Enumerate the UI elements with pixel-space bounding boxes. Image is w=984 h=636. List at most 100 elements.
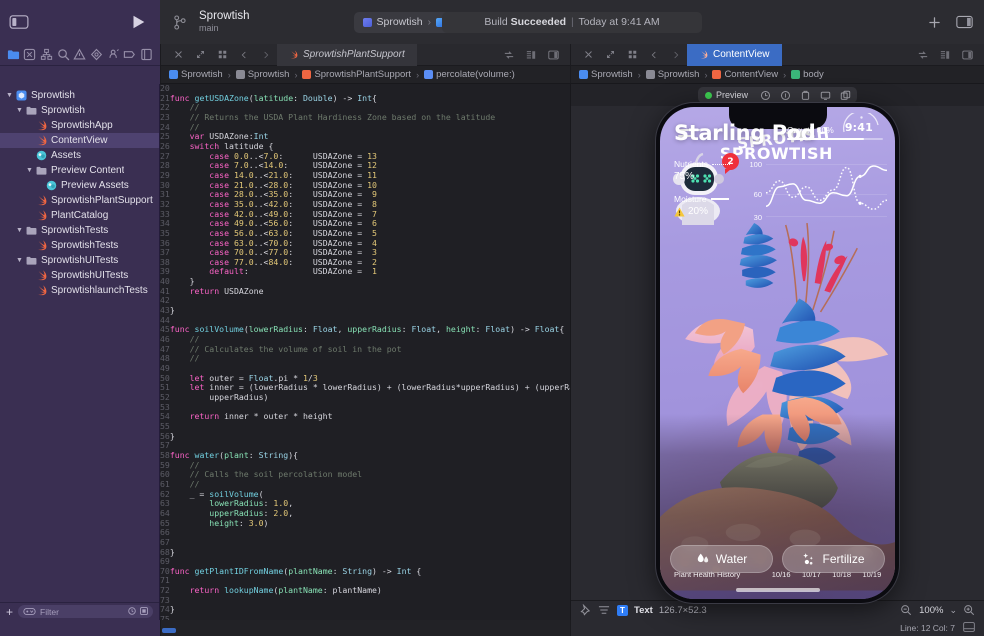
code-line[interactable]: 45func soilVolume(lowerRadius: Float, up… (160, 325, 570, 335)
breadcrumb-item[interactable]: Sprowtish (646, 69, 700, 80)
issue-navigator-icon[interactable] (73, 48, 86, 61)
folder-navigator-icon[interactable] (7, 48, 20, 61)
code-line[interactable]: 47 // Calculates the volume of soil in t… (160, 345, 570, 355)
tree-item-contentview[interactable]: ContentView (0, 133, 159, 148)
code-line[interactable]: 58func water(plant: String){ (160, 451, 570, 461)
tree-item-sprowtishtests[interactable]: ▼SprowtishTests (0, 223, 159, 238)
code-line[interactable]: 73 (160, 596, 570, 606)
code-line[interactable]: 54 return inner * outer * height (160, 412, 570, 422)
navigate-back-icon[interactable] (233, 45, 255, 65)
tree-item-sprowtishtests[interactable]: SprowtishTests (0, 238, 159, 253)
close-preview-editor-icon[interactable] (577, 45, 599, 65)
breadcrumb-item[interactable]: Sprowtish (169, 69, 223, 80)
filter-input[interactable]: Filter (18, 605, 153, 618)
preview-layout-icon[interactable] (621, 45, 643, 65)
run-play-icon[interactable] (128, 12, 148, 32)
editor-layout-icon[interactable] (211, 45, 233, 65)
add-icon[interactable] (924, 12, 944, 32)
find-navigator-icon[interactable] (57, 48, 70, 61)
app-screen[interactable]: 9:41 SPROTĪSH SPROWTISH (660, 107, 895, 599)
code-line[interactable]: 41 return USDAZone (160, 287, 570, 297)
breadcrumb-item[interactable]: ContentView (712, 69, 778, 80)
tree-item-sprowtish[interactable]: ▼Sprowtish (0, 88, 159, 103)
code-line[interactable]: 70func getPlantIDFromName(plantName: Str… (160, 567, 570, 577)
assistant-editor-icon[interactable] (542, 45, 564, 65)
debug-navigator-icon[interactable] (107, 48, 120, 61)
scheme-selector[interactable]: Sprowtish › iPhone 13 Pro (354, 12, 526, 33)
code-line[interactable]: 75 (160, 615, 570, 620)
code-line[interactable]: 72 return lookupName(plantName: plantNam… (160, 586, 570, 596)
expand-preview-editor-icon[interactable] (599, 45, 621, 65)
close-editor-icon[interactable] (167, 45, 189, 65)
breakpoint-navigator-icon[interactable] (123, 48, 136, 61)
zoom-level[interactable]: 100% (919, 605, 943, 616)
disclosure-chevron-icon[interactable]: ▼ (14, 227, 25, 234)
code-line[interactable]: 67 (160, 538, 570, 548)
preview-inspect-icon[interactable] (776, 88, 795, 102)
recent-filter-icon[interactable] (128, 607, 136, 617)
tree-item-sprowtishlaunchtests[interactable]: SprowtishlaunchTests (0, 283, 159, 298)
tree-item-sprowtishapp[interactable]: SprowtishApp (0, 118, 159, 133)
project-title-block[interactable]: Sprowtish main (199, 10, 250, 34)
zoom-out-icon[interactable] (900, 604, 913, 617)
disclosure-chevron-icon[interactable]: ▼ (4, 92, 15, 99)
preview-canvas[interactable]: 9:41 SPROTĪSH SPROWTISH (571, 106, 984, 600)
chevron-down-icon[interactable]: ⌄ (949, 605, 957, 616)
minimap-toggle-icon[interactable] (520, 45, 542, 65)
tree-item-sprowtish[interactable]: ▼Sprowtish (0, 103, 159, 118)
code-line[interactable]: 52 upperRadius) (160, 393, 570, 403)
breadcrumb-item[interactable]: SprowtishPlantSupport (302, 69, 411, 80)
breadcrumb-item[interactable]: body (791, 69, 824, 80)
preview-device-icon[interactable] (796, 88, 815, 102)
list-icon[interactable] (598, 604, 611, 617)
tree-item-preview-assets[interactable]: Preview Assets (0, 178, 159, 193)
tree-item-sprowtishplantsupport[interactable]: SprowtishPlantSupport (0, 193, 159, 208)
test-navigator-icon[interactable] (90, 48, 103, 61)
disclosure-chevron-icon[interactable]: ▼ (24, 167, 35, 174)
preview-code-review-icon[interactable] (912, 45, 934, 65)
preview-back-icon[interactable] (643, 45, 665, 65)
preview-canvas-toggle-icon[interactable] (956, 45, 978, 65)
preview-display-icon[interactable] (816, 88, 835, 102)
code-line[interactable]: 43} (160, 306, 570, 316)
fertilize-button[interactable]: Fertilize (782, 545, 885, 573)
tree-item-sprowtishuitests[interactable]: ▼SprowtishUITests (0, 253, 159, 268)
code-line[interactable]: 23 // Returns the USDA Plant Hardiness Z… (160, 113, 570, 123)
code-line[interactable]: 56} (160, 432, 570, 442)
preview-minimap-toggle-icon[interactable] (934, 45, 956, 65)
breadcrumb-item[interactable]: percolate(volume:) (424, 69, 515, 80)
tab-sprowtish-plant-support[interactable]: SprowtishPlantSupport (277, 44, 417, 66)
source-control-navigator-icon[interactable] (23, 48, 36, 61)
tree-item-sprowtishuitests[interactable]: SprowtishUITests (0, 268, 159, 283)
code-line[interactable]: 39 default: USDAZone = 1 (160, 267, 570, 277)
tab-content-view[interactable]: ContentView (687, 44, 782, 66)
sidebar-toggle-icon[interactable] (8, 13, 30, 31)
water-button[interactable]: Water (670, 545, 773, 573)
code-line[interactable]: 60 // Calls the soil percolation model (160, 470, 570, 480)
report-navigator-icon[interactable] (140, 48, 153, 61)
pin-icon[interactable] (579, 604, 592, 617)
preview-forward-icon[interactable] (665, 45, 687, 65)
preview-duplicate-icon[interactable] (836, 88, 855, 102)
preview-live-toggle[interactable]: Preview (700, 88, 755, 102)
code-line[interactable]: 68} (160, 548, 570, 558)
code-line[interactable]: 55 (160, 422, 570, 432)
code-line[interactable]: 65 height: 3.0) (160, 519, 570, 529)
disclosure-chevron-icon[interactable]: ▼ (14, 257, 25, 264)
console-toggle-icon[interactable] (963, 622, 976, 635)
breadcrumb-item[interactable]: Sprowtish (579, 69, 633, 80)
symbol-navigator-icon[interactable] (40, 48, 53, 61)
source-control-filter-icon[interactable] (140, 607, 148, 617)
disclosure-chevron-icon[interactable]: ▼ (14, 107, 25, 114)
tree-item-assets[interactable]: Assets (0, 148, 159, 163)
zoom-in-icon[interactable] (963, 604, 976, 617)
tree-item-plantcatalog[interactable]: PlantCatalog (0, 208, 159, 223)
code-scroll-area[interactable]: 20 21func getUSDAZone(latitude: Double) … (160, 84, 570, 620)
navigate-forward-icon[interactable] (255, 45, 277, 65)
code-line[interactable]: 42 (160, 296, 570, 306)
code-line[interactable]: 21func getUSDAZone(latitude: Double) -> … (160, 94, 570, 104)
add-file-icon[interactable]: + (6, 606, 13, 618)
inspector-toggle-icon[interactable] (954, 12, 974, 32)
expand-editor-icon[interactable] (189, 45, 211, 65)
code-line[interactable]: 74} (160, 605, 570, 615)
